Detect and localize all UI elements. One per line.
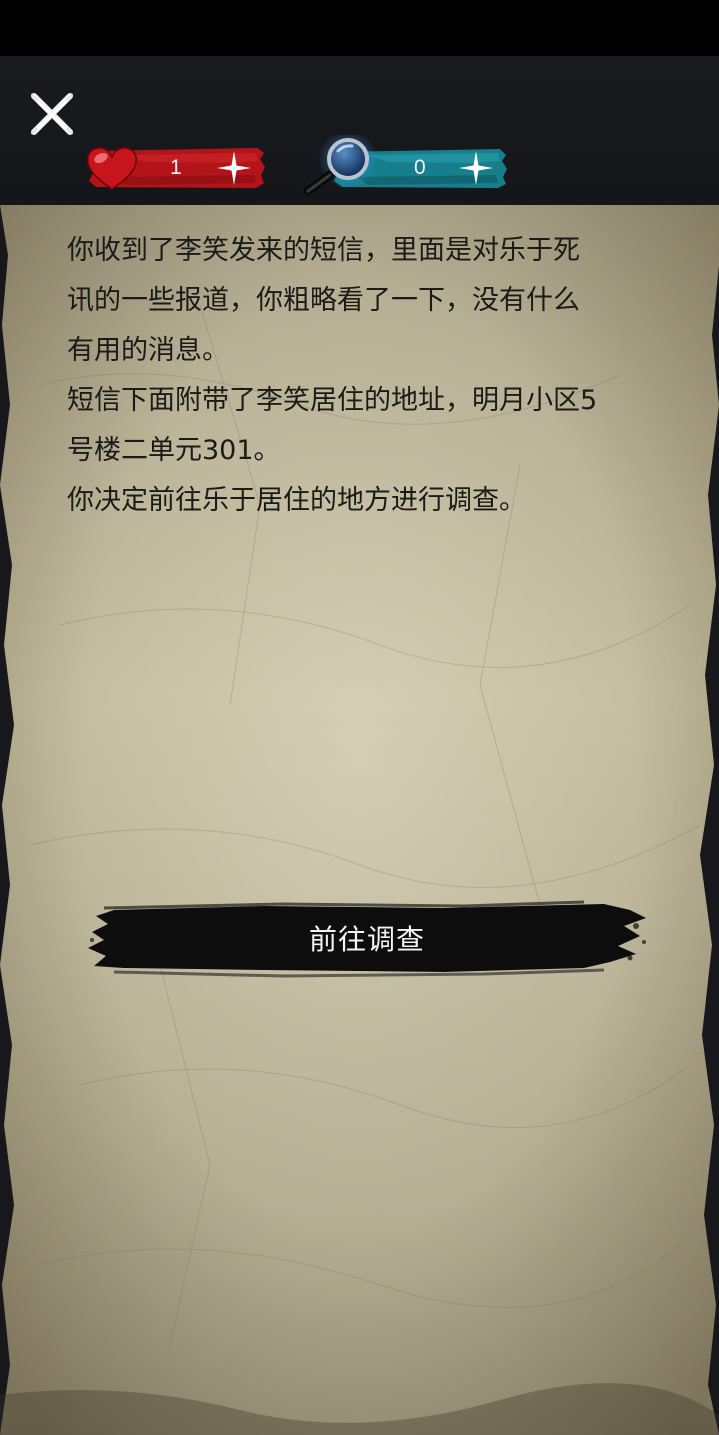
story-line: 号楼二单元301。 xyxy=(67,435,281,466)
clue-value: 0 xyxy=(414,156,426,179)
clue-counter: 0 xyxy=(303,135,508,196)
story-text: 你收到了李笑发来的短信，里面是对乐于死 讯的一些报道，你粗略看了一下，没有什么 … xyxy=(67,226,667,526)
health-value: 1 xyxy=(170,156,182,179)
investigate-button[interactable]: 前往调查 xyxy=(84,896,650,984)
status-bar xyxy=(0,0,719,56)
story-line: 短信下面附带了李笑居住的地址，明月小区5 xyxy=(67,385,598,416)
story-line: 讯的一些报道，你粗略看了一下，没有什么 xyxy=(67,285,580,316)
heart-icon xyxy=(86,147,138,190)
story-line: 你决定前往乐于居住的地方进行调查。 xyxy=(67,485,526,516)
close-icon[interactable] xyxy=(28,92,76,136)
game-screen: 1 0 你收到了李笑发来的短信，里面是对乐于死 讯的一些报道，你粗略看了一下，没… xyxy=(0,0,719,1435)
add-clue-icon[interactable] xyxy=(457,149,495,187)
magnifier-icon xyxy=(303,135,378,196)
story-line: 你收到了李笑发来的短信，里面是对乐于死 xyxy=(67,235,580,266)
investigate-button-label: 前往调查 xyxy=(308,923,425,956)
add-health-icon[interactable] xyxy=(215,149,253,187)
health-counter: 1 xyxy=(86,147,266,190)
story-line: 有用的消息。 xyxy=(67,335,229,366)
